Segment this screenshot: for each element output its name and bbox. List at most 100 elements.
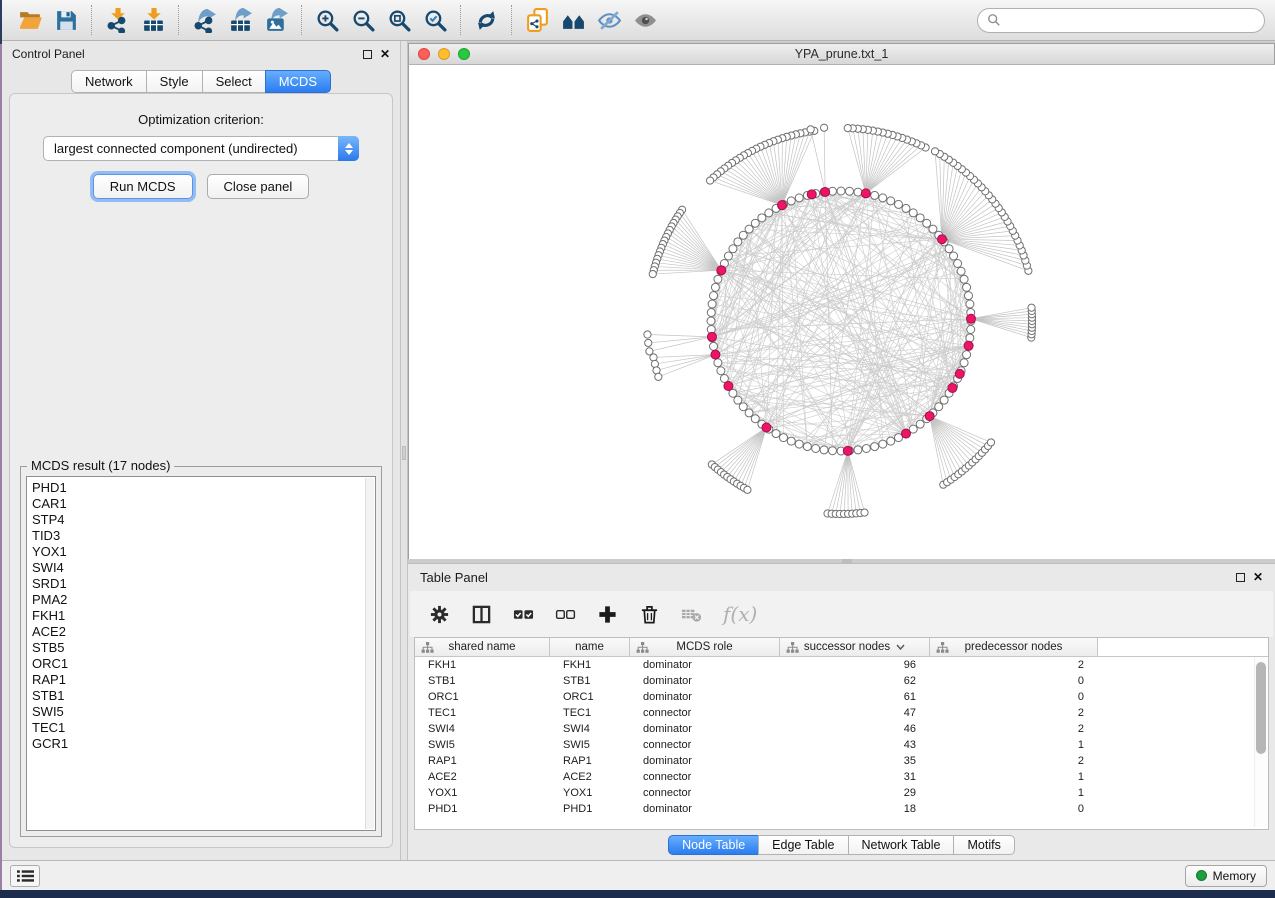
search-box[interactable] — [977, 8, 1265, 33]
table-row[interactable]: SWI5SWI5connector431 — [415, 737, 1268, 753]
mcds-result-item[interactable]: PHD1 — [32, 480, 375, 496]
close-panel-icon[interactable]: ✕ — [380, 50, 390, 59]
vertical-splitter[interactable] — [400, 41, 408, 860]
close-panel-icon[interactable]: ✕ — [1253, 573, 1263, 582]
delete-table-button[interactable] — [681, 604, 702, 625]
tab-mcds[interactable]: MCDS — [265, 70, 331, 93]
tab-select[interactable]: Select — [202, 70, 266, 93]
new-network-from-selection-button[interactable] — [519, 4, 555, 36]
zoom-fit-button[interactable] — [381, 4, 417, 36]
trash-icon — [639, 604, 660, 625]
float-panel-icon[interactable] — [1236, 573, 1245, 582]
table-row[interactable]: ACE2ACE2connector311 — [415, 769, 1268, 785]
table-row[interactable]: PHD1PHD1dominator180 — [415, 801, 1268, 817]
network-graph[interactable] — [409, 65, 1275, 557]
mcds-result-item[interactable]: TEC1 — [32, 720, 375, 736]
horizontal-splitter[interactable] — [408, 559, 1275, 563]
table-cell: 0 — [930, 673, 1098, 689]
table-cell: 43 — [780, 737, 930, 753]
mcds-result-item[interactable]: STB5 — [32, 640, 375, 656]
tab-node-table[interactable]: Node Table — [668, 835, 759, 855]
memory-button[interactable]: Memory — [1185, 865, 1267, 887]
export-network-button[interactable] — [186, 4, 222, 36]
network-window-titlebar[interactable]: YPA_prune.txt_1 — [408, 43, 1275, 65]
show-columns-button[interactable] — [471, 604, 492, 625]
table-row[interactable]: ORC1ORC1dominator610 — [415, 689, 1268, 705]
zoom-out-button[interactable] — [345, 4, 381, 36]
apply-layout-button[interactable] — [468, 4, 504, 36]
first-neighbors-button[interactable] — [555, 4, 591, 36]
list-scrollbar[interactable] — [365, 478, 374, 829]
table-row[interactable]: STB1STB1dominator620 — [415, 673, 1268, 689]
table-cell: SWI4 — [550, 721, 630, 737]
mcds-result-item[interactable]: ORC1 — [32, 656, 375, 672]
zoom-in-button[interactable] — [309, 4, 345, 36]
tab-edge-table[interactable]: Edge Table — [758, 835, 848, 855]
open-file-button[interactable] — [12, 4, 48, 36]
toolbar-separator — [460, 5, 461, 35]
mcds-result-item[interactable]: RAP1 — [32, 672, 375, 688]
table-row[interactable]: SWI4SWI4dominator462 — [415, 721, 1268, 737]
mcds-result-item[interactable]: SWI4 — [32, 560, 375, 576]
mcds-result-item[interactable]: GCR1 — [32, 736, 375, 752]
folder-icon — [18, 8, 43, 33]
export-table-button[interactable] — [222, 4, 258, 36]
tab-network-table[interactable]: Network Table — [848, 835, 955, 855]
zoom-selected-button[interactable] — [417, 4, 453, 36]
table-scrollbar-thumb[interactable] — [1256, 662, 1266, 754]
select-all-button[interactable] — [513, 604, 534, 625]
table-row[interactable]: TEC1TEC1connector472 — [415, 705, 1268, 721]
delete-column-button[interactable] — [639, 604, 660, 625]
mcds-result-item[interactable]: FKH1 — [32, 608, 375, 624]
table-cell: connector — [630, 785, 780, 801]
run-mcds-button[interactable]: Run MCDS — [93, 174, 193, 199]
tab-network[interactable]: Network — [71, 70, 147, 93]
mcds-result-item[interactable]: CAR1 — [32, 496, 375, 512]
close-panel-button[interactable]: Close panel — [207, 174, 310, 199]
column-header-name[interactable]: name — [550, 638, 630, 656]
tab-style[interactable]: Style — [146, 70, 203, 93]
deselect-all-button[interactable] — [555, 604, 576, 625]
float-panel-icon[interactable] — [363, 50, 372, 59]
column-header-mcds-role[interactable]: MCDS role — [630, 638, 780, 656]
show-panel-list-button[interactable] — [10, 865, 40, 887]
table-settings-button[interactable] — [429, 604, 450, 625]
import-network-icon — [105, 8, 130, 33]
search-input[interactable] — [1007, 13, 1255, 27]
table-row[interactable]: FKH1FKH1dominator962 — [415, 657, 1268, 673]
splitter-grip[interactable] — [402, 446, 406, 460]
table-row[interactable]: RAP1RAP1dominator352 — [415, 753, 1268, 769]
column-header-successor-nodes[interactable]: successor nodes — [780, 638, 930, 656]
column-header-predecessor-nodes[interactable]: predecessor nodes — [930, 638, 1098, 656]
mcds-result-item[interactable]: STP4 — [32, 512, 375, 528]
table-cell: PHD1 — [415, 801, 550, 817]
memory-status-icon — [1196, 870, 1207, 881]
tab-motifs[interactable]: Motifs — [953, 835, 1014, 855]
save-session-button[interactable] — [48, 4, 84, 36]
mcds-result-item[interactable]: STB1 — [32, 688, 375, 704]
import-table-button[interactable] — [135, 4, 171, 36]
hide-selected-button[interactable] — [591, 4, 627, 36]
mcds-result-item[interactable]: SWI5 — [32, 704, 375, 720]
toolbar-separator — [301, 5, 302, 35]
criterion-dropdown[interactable]: largest connected component (undirected) — [43, 136, 359, 161]
mcds-result-item[interactable]: YOX1 — [32, 544, 375, 560]
table-cell: YOX1 — [415, 785, 550, 801]
mcds-result-list[interactable]: PHD1CAR1STP4TID3YOX1SWI4SRD1PMA2FKH1ACE2… — [26, 476, 376, 831]
mcds-result-title: MCDS result (17 nodes) — [27, 458, 174, 473]
column-header-shared-name[interactable]: shared name — [415, 638, 550, 656]
table-cell: TEC1 — [415, 705, 550, 721]
import-network-button[interactable] — [99, 4, 135, 36]
table-row[interactable]: YOX1YOX1connector291 — [415, 785, 1268, 801]
mcds-result-item[interactable]: SRD1 — [32, 576, 375, 592]
show-all-button[interactable] — [627, 4, 663, 36]
mcds-result-item[interactable]: ACE2 — [32, 624, 375, 640]
function-builder-button[interactable]: f(x) — [723, 602, 757, 626]
search-icon — [987, 13, 1001, 27]
splitter-grip[interactable] — [842, 559, 852, 563]
mcds-result-item[interactable]: TID3 — [32, 528, 375, 544]
create-column-button[interactable] — [597, 604, 618, 625]
network-canvas[interactable] — [408, 65, 1275, 559]
mcds-result-item[interactable]: PMA2 — [32, 592, 375, 608]
export-image-button[interactable] — [258, 4, 294, 36]
